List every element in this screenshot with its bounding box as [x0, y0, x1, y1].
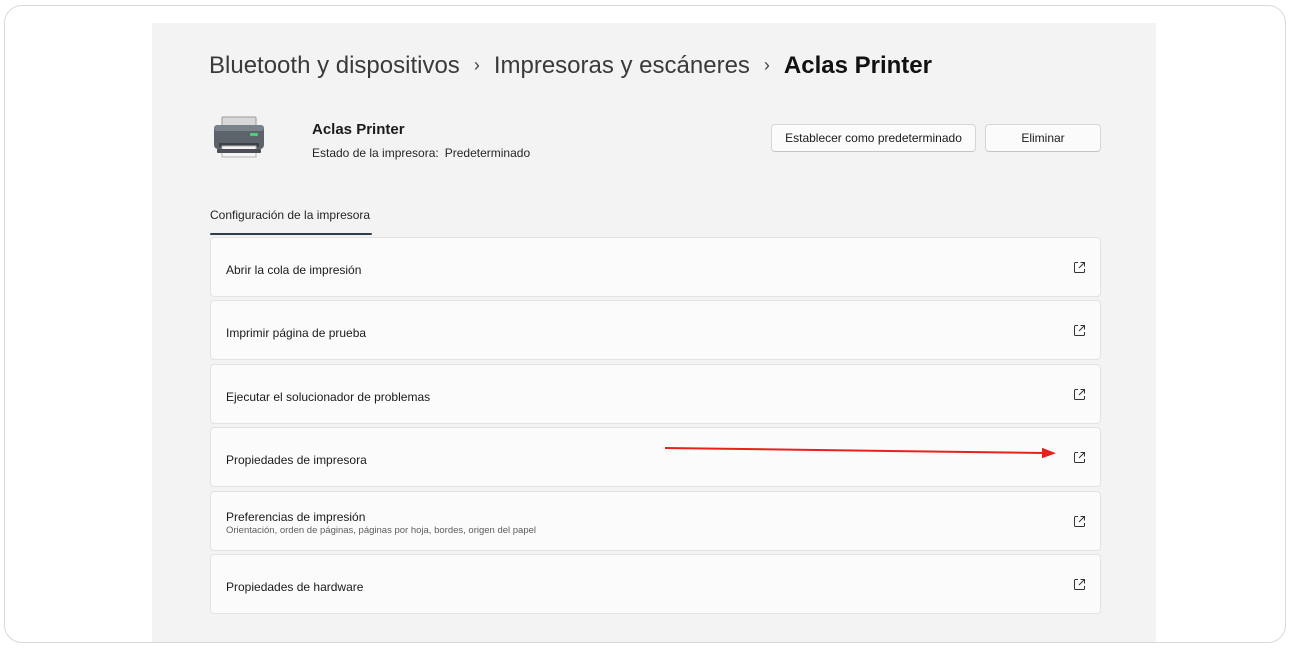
breadcrumb-printers[interactable]: Impresoras y escáneres [494, 52, 750, 80]
chevron-right-icon: › [763, 54, 770, 75]
list-item-troubleshooter[interactable]: Ejecutar el solucionador de problemas [210, 364, 1101, 424]
list-item-open-queue[interactable]: Abrir la cola de impresión [210, 237, 1101, 297]
list-item-hardware-properties[interactable]: Propiedades de hardware [210, 554, 1101, 614]
page-title: Aclas Printer [783, 52, 932, 79]
settings-panel: Bluetooth y dispositivos › Impresoras y … [152, 23, 1156, 642]
tab-printer-settings[interactable]: Configuración de la impresora [210, 208, 370, 232]
tab-indicator [210, 233, 372, 235]
list-item-description: Orientación, orden de páginas, páginas p… [226, 525, 537, 536]
list-item-label: Propiedades de hardware [226, 580, 364, 594]
list-item-label: Abrir la cola de impresión [226, 263, 362, 277]
list-item-label: Preferencias de impresión [226, 510, 366, 524]
list-item-label: Imprimir página de prueba [226, 326, 367, 340]
list-item-label: Propiedades de impresora [226, 453, 367, 467]
printer-status-value: Predeterminado [444, 146, 531, 160]
open-external-icon [1074, 452, 1085, 463]
open-external-icon [1074, 516, 1085, 527]
printer-status-label: Estado de la impresora: [312, 146, 439, 160]
open-external-icon [1074, 262, 1085, 273]
printer-name: Aclas Printer [312, 121, 405, 138]
open-external-icon [1074, 325, 1085, 336]
remove-button[interactable]: Eliminar [985, 124, 1101, 152]
printer-status: Estado de la impresora: Predeterminado [312, 146, 530, 160]
breadcrumb-bluetooth[interactable]: Bluetooth y dispositivos [209, 52, 460, 80]
open-external-icon [1074, 579, 1085, 590]
open-external-icon [1074, 389, 1085, 400]
printer-icon [214, 116, 264, 158]
annotation-arrow [664, 447, 1056, 459]
set-default-button[interactable]: Establecer como predeterminado [771, 124, 976, 152]
list-item-printing-preferences[interactable]: Preferencias de impresión Orientación, o… [210, 491, 1101, 551]
window-frame: Bluetooth y dispositivos › Impresoras y … [4, 5, 1286, 643]
list-item-test-page[interactable]: Imprimir página de prueba [210, 300, 1101, 360]
list-item-label: Ejecutar el solucionador de problemas [226, 390, 431, 404]
breadcrumb: Bluetooth y dispositivos › Impresoras y … [209, 49, 932, 83]
chevron-right-icon: › [473, 54, 480, 75]
